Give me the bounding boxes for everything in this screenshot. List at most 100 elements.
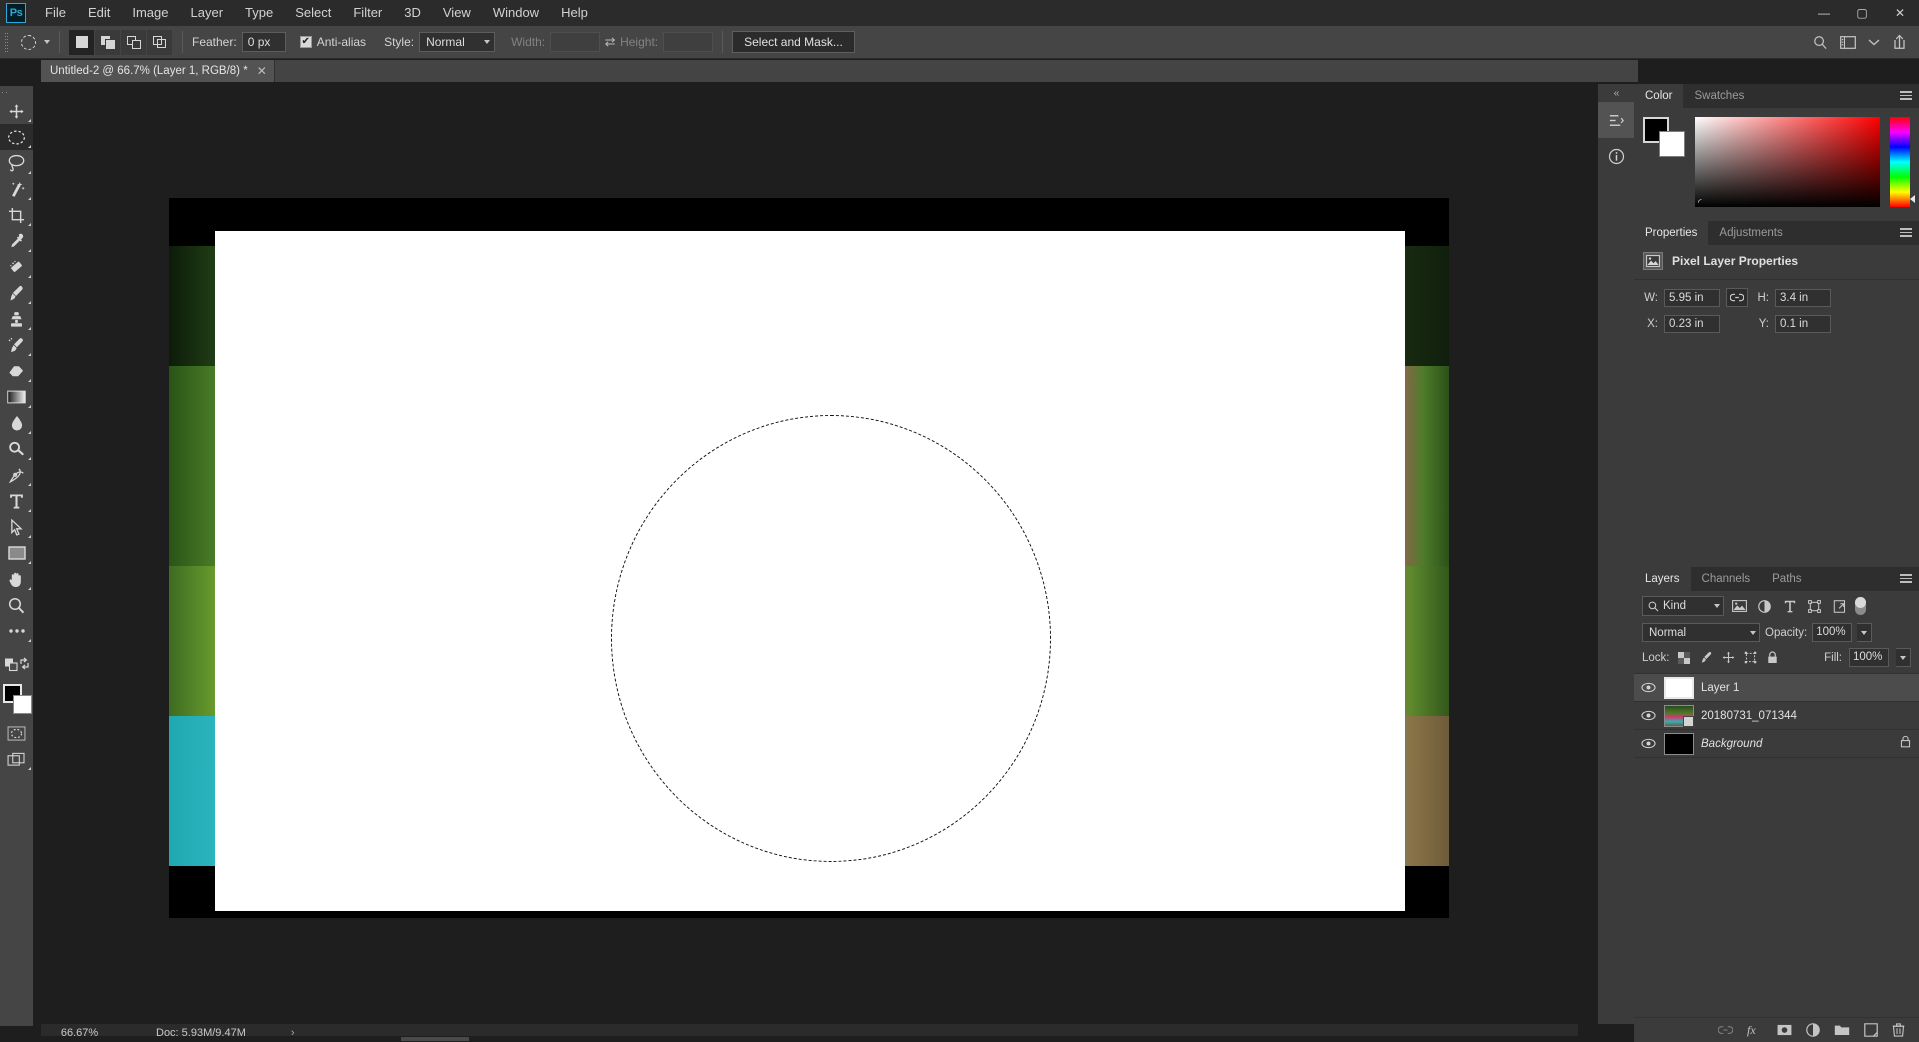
image-canvas[interactable] <box>169 198 1449 918</box>
layer-filter-kind-select[interactable]: Kind <box>1642 596 1724 616</box>
layer-thumbnail[interactable] <box>1664 732 1694 755</box>
y-position-field[interactable]: 0.1 in <box>1775 315 1831 333</box>
feather-input[interactable]: 0 px <box>241 32 286 52</box>
document-tab[interactable]: Untitled-2 @ 66.7% (Layer 1, RGB/8) * ✕ <box>41 60 275 82</box>
hand-tool[interactable] <box>0 566 33 592</box>
horizontal-scrollbar[interactable] <box>41 1036 1578 1042</box>
blur-tool[interactable] <box>0 410 33 436</box>
add-to-selection-button[interactable] <box>95 29 120 55</box>
opacity-stepper[interactable] <box>1857 623 1873 642</box>
tab-swatches[interactable]: Swatches <box>1683 84 1755 108</box>
layer-name[interactable]: 20180731_071344 <box>1701 710 1797 722</box>
blend-mode-select[interactable]: Normal <box>1642 623 1760 642</box>
adjustment-filter-icon[interactable] <box>1755 596 1774 616</box>
tab-channels[interactable]: Channels <box>1691 567 1762 591</box>
panel-menu-icon[interactable] <box>1900 228 1912 237</box>
tab-adjustments[interactable]: Adjustments <box>1708 221 1793 245</box>
menu-3d[interactable]: 3D <box>393 0 432 26</box>
foreground-background-colors[interactable] <box>0 682 33 720</box>
tab-layers[interactable]: Layers <box>1634 567 1691 591</box>
pixel-filter-icon[interactable] <box>1730 596 1749 616</box>
lock-image-icon[interactable] <box>1699 650 1714 666</box>
new-selection-button[interactable] <box>69 29 94 55</box>
layer-row[interactable]: Background <box>1634 730 1919 758</box>
search-icon[interactable] <box>1813 35 1828 50</box>
spot-healing-brush-tool[interactable] <box>0 254 33 280</box>
lock-transparency-icon[interactable] <box>1677 650 1692 666</box>
panel-menu-icon[interactable] <box>1900 574 1912 583</box>
menu-layer[interactable]: Layer <box>180 0 235 26</box>
shape-filter-icon[interactable] <box>1805 596 1824 616</box>
info-panel-icon[interactable] <box>1598 138 1634 174</box>
document-area[interactable] <box>41 84 1578 1024</box>
height-field[interactable]: 3.4 in <box>1775 288 1831 307</box>
select-and-mask-button[interactable]: Select and Mask... <box>732 31 855 53</box>
subtract-from-selection-button[interactable] <box>121 29 146 55</box>
color-panel-swatches[interactable] <box>1643 117 1685 157</box>
width-field[interactable]: 5.95 in <box>1664 288 1720 307</box>
share-icon[interactable] <box>1892 34 1907 50</box>
chevron-down-icon[interactable] <box>1868 38 1880 46</box>
link-layers-icon[interactable] <box>1718 1025 1733 1035</box>
menu-type[interactable]: Type <box>234 0 284 26</box>
gradient-tool[interactable] <box>0 384 33 410</box>
intersect-selection-button[interactable] <box>147 29 172 55</box>
eraser-tool[interactable] <box>0 358 33 384</box>
layer-row[interactable]: Layer 1 <box>1634 674 1919 702</box>
menu-image[interactable]: Image <box>121 0 179 26</box>
menu-edit[interactable]: Edit <box>77 0 121 26</box>
zoom-tool[interactable] <box>0 592 33 618</box>
menu-help[interactable]: Help <box>550 0 599 26</box>
tool-preset-picker[interactable] <box>15 30 50 54</box>
layer-name[interactable]: Layer 1 <box>1701 682 1739 694</box>
style-select[interactable]: Normal <box>419 32 496 52</box>
rectangle-tool[interactable] <box>0 540 33 566</box>
tab-paths[interactable]: Paths <box>1761 567 1812 591</box>
lock-all-icon[interactable] <box>1765 650 1780 666</box>
default-colors-button[interactable] <box>0 652 33 678</box>
new-layer-icon[interactable] <box>1864 1023 1878 1037</box>
layer-row[interactable]: 20180731_071344 <box>1634 702 1919 730</box>
swap-dimensions-icon[interactable]: ⇄ <box>600 32 620 52</box>
layer-style-icon[interactable]: fx <box>1747 1023 1763 1037</box>
tab-properties[interactable]: Properties <box>1634 221 1709 245</box>
layer-name[interactable]: Background <box>1701 738 1762 750</box>
link-dimensions-icon[interactable] <box>1726 288 1748 307</box>
background-color-swatch[interactable] <box>13 695 32 714</box>
delete-layer-icon[interactable] <box>1892 1023 1905 1037</box>
options-bar-grip[interactable] <box>0 26 9 59</box>
fill-input[interactable]: 100% <box>1849 648 1889 667</box>
close-icon[interactable]: ✕ <box>257 64 267 78</box>
new-group-icon[interactable] <box>1834 1024 1850 1036</box>
layer-visibility-icon[interactable] <box>1639 682 1657 693</box>
panel-menu-icon[interactable] <box>1900 91 1912 100</box>
elliptical-selection-marching-ants[interactable] <box>611 415 1051 862</box>
height-input[interactable] <box>663 32 714 52</box>
lock-artboard-icon[interactable] <box>1743 650 1758 666</box>
type-tool[interactable] <box>0 488 33 514</box>
maximize-button[interactable]: ▢ <box>1843 0 1881 26</box>
history-panel-icon[interactable] <box>1598 102 1634 138</box>
menu-filter[interactable]: Filter <box>342 0 393 26</box>
fill-stepper[interactable] <box>1896 648 1911 667</box>
menu-select[interactable]: Select <box>284 0 342 26</box>
collapse-panels-icon[interactable]: ‹‹ <box>1598 84 1634 102</box>
type-filter-icon[interactable] <box>1780 596 1799 616</box>
menu-file[interactable]: File <box>34 0 77 26</box>
layer-thumbnail[interactable] <box>1664 676 1694 699</box>
layer-visibility-icon[interactable] <box>1639 710 1657 721</box>
adjustment-layer-icon[interactable] <box>1806 1023 1820 1037</box>
color-spectrum-field[interactable]: ◜ <box>1695 117 1880 207</box>
screen-mode-button[interactable] <box>0 746 33 772</box>
hue-slider[interactable] <box>1890 117 1915 207</box>
elliptical-marquee-tool[interactable] <box>0 124 33 150</box>
close-button[interactable]: ✕ <box>1881 0 1919 26</box>
crop-tool[interactable] <box>0 202 33 228</box>
filter-enable-toggle[interactable] <box>1855 597 1866 615</box>
opacity-input[interactable]: 100% <box>1812 623 1853 642</box>
edit-toolbar-button[interactable] <box>0 618 33 644</box>
quick-mask-button[interactable] <box>0 720 33 746</box>
move-tool[interactable] <box>0 98 33 124</box>
history-brush-tool[interactable] <box>0 332 33 358</box>
smart-object-filter-icon[interactable] <box>1830 596 1849 616</box>
